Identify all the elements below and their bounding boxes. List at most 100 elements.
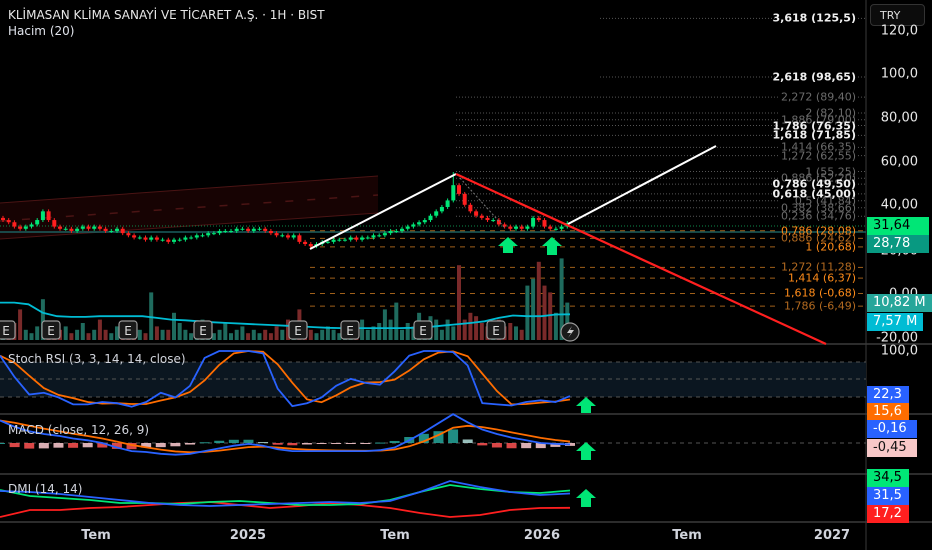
volume-bar bbox=[240, 326, 245, 340]
volume-bar bbox=[177, 323, 182, 340]
candle-body bbox=[331, 239, 336, 242]
candle-body bbox=[263, 228, 268, 231]
candle-body bbox=[525, 226, 530, 229]
macd-histogram-bar bbox=[258, 442, 269, 444]
trend-line-projection bbox=[567, 145, 717, 225]
earnings-marker-label[interactable]: E bbox=[199, 324, 207, 338]
volume-bar bbox=[183, 329, 188, 340]
macd-histogram-bar bbox=[38, 443, 49, 449]
candle-body bbox=[183, 237, 188, 240]
earnings-marker-label[interactable]: E bbox=[2, 324, 10, 338]
arrow-up-icon bbox=[498, 237, 518, 253]
volume-bar bbox=[468, 312, 473, 340]
volume-bar bbox=[263, 329, 268, 340]
earnings-marker-label[interactable]: E bbox=[124, 324, 132, 338]
volume-bar bbox=[439, 329, 444, 340]
candle-body bbox=[400, 228, 404, 231]
candle-body bbox=[6, 220, 11, 223]
earnings-marker-label[interactable]: E bbox=[419, 324, 427, 338]
macd-label[interactable]: MACD (close, 12, 26, 9) bbox=[8, 423, 149, 437]
dmi-label[interactable]: DMI (14, 14) bbox=[8, 482, 82, 496]
volume-bar bbox=[246, 333, 251, 340]
symbol-title: KLİMASAN KLİMA SANAYİ VE TİCARET A.Ş. · … bbox=[8, 8, 325, 22]
candle-body bbox=[217, 230, 222, 234]
volume-bar bbox=[519, 329, 524, 340]
candle-body bbox=[514, 226, 518, 229]
macd-histogram-bar bbox=[389, 440, 400, 443]
candle-body bbox=[485, 217, 490, 221]
candle-body bbox=[154, 237, 159, 240]
volume-bar bbox=[137, 329, 142, 340]
fib-level-label: 1 (20,68) bbox=[805, 240, 856, 254]
dmi-plus-badge: 34,5 bbox=[867, 469, 909, 487]
volume-bar bbox=[514, 326, 518, 340]
candle-body bbox=[80, 226, 85, 229]
candle-body bbox=[405, 226, 410, 229]
candle-body bbox=[86, 226, 91, 229]
macd-histogram-bar bbox=[521, 443, 532, 449]
prev-price-badge: 28,78 bbox=[867, 235, 929, 253]
macd-histogram-bar bbox=[331, 443, 342, 444]
candle-body bbox=[325, 241, 330, 243]
fib-level-label: 1,618 (-0,68) bbox=[783, 286, 856, 300]
candle-body bbox=[92, 226, 97, 229]
candle-body bbox=[251, 228, 256, 231]
macd-histogram-bar bbox=[185, 443, 195, 445]
candle-body bbox=[280, 235, 285, 237]
volume-bar bbox=[143, 333, 148, 340]
candle-body bbox=[52, 220, 57, 227]
macd-histogram-bar bbox=[477, 443, 488, 446]
volume-indicator-label[interactable]: Hacim (20) bbox=[8, 24, 74, 38]
candle-body bbox=[97, 226, 102, 229]
macd-histogram-bar bbox=[68, 443, 79, 448]
volume-bar bbox=[92, 329, 97, 340]
candle-body bbox=[229, 230, 233, 232]
candle-body bbox=[103, 228, 108, 231]
time-axis-tick: Tem bbox=[380, 528, 410, 543]
candle-body bbox=[360, 237, 365, 240]
volume-bar bbox=[394, 302, 399, 340]
stoch-rsi-label[interactable]: Stoch RSI (3, 3, 14, 14, close) bbox=[8, 352, 186, 366]
macd-histogram-bar bbox=[506, 443, 517, 449]
candle-body bbox=[177, 239, 182, 241]
candle-body bbox=[189, 237, 194, 239]
candle-body bbox=[434, 211, 439, 216]
candle-body bbox=[137, 237, 142, 239]
volume-bar bbox=[400, 329, 404, 340]
candle-body bbox=[553, 228, 558, 230]
volume-bar bbox=[23, 329, 28, 340]
candle-body bbox=[365, 237, 370, 239]
volume-bar bbox=[86, 333, 91, 340]
candle-body bbox=[240, 228, 245, 230]
candle-body bbox=[132, 235, 137, 238]
macd-histogram-bar bbox=[24, 443, 35, 449]
volume-bar bbox=[63, 326, 68, 340]
macd-histogram-bar bbox=[287, 443, 298, 446]
earnings-marker-label[interactable]: E bbox=[47, 324, 55, 338]
candle-body bbox=[75, 228, 80, 231]
candle-body bbox=[206, 233, 211, 236]
earnings-marker-label[interactable]: E bbox=[294, 324, 302, 338]
stoch-axis-tick: 100,0 bbox=[880, 343, 918, 359]
volume-bar bbox=[280, 329, 285, 340]
candle-body bbox=[12, 222, 17, 227]
candle-body bbox=[115, 228, 119, 231]
candle-body bbox=[194, 235, 199, 238]
candle-body bbox=[377, 235, 382, 237]
dmi-minus-badge: 17,2 bbox=[867, 505, 909, 523]
earnings-marker-label[interactable]: E bbox=[346, 324, 354, 338]
candle-body bbox=[422, 220, 427, 223]
time-axis-tick: 2025 bbox=[229, 528, 267, 543]
earnings-marker-label[interactable]: E bbox=[492, 324, 500, 338]
candle-body bbox=[69, 228, 74, 231]
candle-body bbox=[371, 235, 376, 238]
volume-bar bbox=[172, 312, 176, 340]
candle-body bbox=[354, 237, 359, 240]
fib-level-label: 0,236 (34,76) bbox=[780, 209, 856, 223]
macd-histogram-bar bbox=[53, 443, 64, 448]
candle-body bbox=[1, 217, 5, 221]
volume-bar bbox=[251, 329, 256, 340]
candle-body bbox=[172, 239, 176, 242]
volume-bar bbox=[536, 261, 541, 340]
time-axis-tick: 2026 bbox=[523, 528, 561, 543]
